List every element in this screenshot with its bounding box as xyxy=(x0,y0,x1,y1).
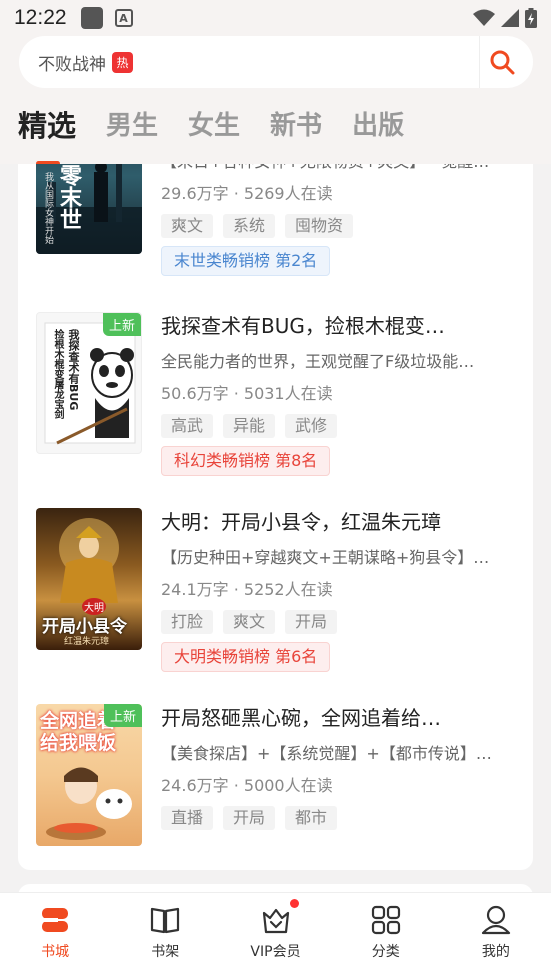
book-title[interactable]: 大明：开局小县令，红温朱元璋 xyxy=(161,508,516,536)
book-description: 【末日+各种女神+无限物资+爽文】一觉醒… xyxy=(161,164,516,174)
nav-label: VIP会员 xyxy=(250,944,301,960)
book-description: 全民能力者的世界，王观觉醒了F级垃圾能… xyxy=(161,352,475,371)
signal-icon xyxy=(501,9,519,27)
book-cover[interactable]: 全网追着给我喂饭 上新 xyxy=(36,704,142,846)
nav-label: 分类 xyxy=(371,944,400,960)
search-icon[interactable] xyxy=(489,49,515,75)
notification-icon xyxy=(80,7,103,29)
book-meta: 24.6万字 · 5000人在读 xyxy=(161,776,333,795)
tab-male[interactable]: 男生 xyxy=(106,104,158,148)
cover-subtitle: 红温朱元璋 xyxy=(64,637,110,647)
book-cover[interactable]: 我探查术有BUG 捡根木棍变屠龙宝剑 上新 xyxy=(36,312,142,454)
vip-crown-icon xyxy=(262,908,289,934)
nav-profile[interactable]: 我的 xyxy=(441,893,551,979)
tag[interactable]: 武修 xyxy=(285,414,338,438)
cover-subtitle: 我从国际女神开始 xyxy=(43,172,53,244)
notification-dot xyxy=(290,899,300,908)
tag[interactable]: 高武 xyxy=(161,414,214,438)
nav-bookshelf[interactable]: 书架 xyxy=(110,893,220,979)
book-title[interactable]: 开局怒砸黑心碗，全网追着给… xyxy=(161,704,516,732)
book-tags: 打脸 爽文 开局 xyxy=(161,610,516,634)
book-info: 我探查术有BUG，捡根木棍变… 全民能力者的世界，王观觉醒了F级垃圾能… 50.… xyxy=(161,312,516,476)
wifi-icon xyxy=(473,9,495,26)
book-description: 【美食探店】+【系统觉醒】+【都市传说】… xyxy=(161,744,492,763)
tag[interactable]: 直播 xyxy=(161,806,214,830)
tag[interactable]: 开局 xyxy=(223,806,276,830)
book-info: 大明：开局小县令，红温朱元璋 【历史种田+穿越爽文+王朝谋略+狗县令】… 24.… xyxy=(161,508,516,672)
new-badge: 上新 xyxy=(102,313,141,336)
book-meta: 50.6万字 · 5031人在读 xyxy=(161,384,333,403)
battery-icon xyxy=(525,8,537,28)
status-time: 12:22 xyxy=(14,6,67,29)
search-divider xyxy=(479,36,480,88)
new-badge: 上新 xyxy=(103,704,142,727)
profile-icon xyxy=(481,905,511,935)
hot-badge: 热 xyxy=(112,51,133,73)
bookshelf-icon xyxy=(151,907,180,934)
tag[interactable]: 开局 xyxy=(285,610,338,634)
book-title[interactable]: 我探查术有BUG，捡根木棍变… xyxy=(161,312,516,340)
cover-title: 零末世 xyxy=(56,164,81,230)
tag[interactable]: 囤物资 xyxy=(285,214,354,238)
category-tabs: 精选 男生 女生 新书 出版 xyxy=(18,104,434,166)
status-bar: 12:22 A xyxy=(0,0,551,36)
cover-title: 我探查术有BUG xyxy=(67,329,80,411)
book-meta: 29.6万字 · 5269人在读 xyxy=(161,184,333,203)
tab-female[interactable]: 女生 xyxy=(188,104,240,148)
tag[interactable]: 异能 xyxy=(223,414,276,438)
app-a-icon: A xyxy=(114,9,133,27)
book-tags: 直播 开局 都市 xyxy=(161,806,516,830)
tag[interactable]: 爽文 xyxy=(161,214,214,238)
tag[interactable]: 都市 xyxy=(285,806,338,830)
category-grid-icon xyxy=(371,905,400,935)
nav-label: 书架 xyxy=(151,944,180,960)
rank-badge[interactable]: 大明类畅销榜 第6名 xyxy=(161,642,331,672)
rank-badge[interactable]: 末世类畅销榜 第2名 xyxy=(161,246,331,276)
book-cover[interactable]: 大明 开局小县令 红温朱元璋 xyxy=(36,508,142,650)
tab-featured[interactable]: 精选 xyxy=(18,104,76,148)
cover-subtitle: 捡根木棍变屠龙宝剑 xyxy=(52,329,63,419)
nav-bookstore[interactable]: 书城 xyxy=(0,893,110,979)
nav-vip[interactable]: VIP会员 xyxy=(220,893,330,979)
tab-new-books[interactable]: 新书 xyxy=(270,104,322,148)
book-tags: 爽文 系统 囤物资 xyxy=(161,214,516,238)
book-description: 【历史种田+穿越爽文+王朝谋略+狗县令】… xyxy=(161,548,490,567)
nav-category[interactable]: 分类 xyxy=(331,893,441,979)
book-tags: 高武 异能 武修 xyxy=(161,414,516,438)
book-cover[interactable]: 零末世 我从国际女神开始 xyxy=(36,164,142,254)
book-list: 零末世 我从国际女神开始 【末日+各种女神+无限物资+爽文】一觉醒… 29.6万… xyxy=(18,164,533,870)
tag[interactable]: 打脸 xyxy=(161,610,214,634)
book-meta: 24.1万字 · 5252人在读 xyxy=(161,580,333,599)
nav-label: 我的 xyxy=(481,944,510,960)
book-info: 开局怒砸黑心碗，全网追着给… 【美食探店】+【系统觉醒】+【都市传说】… 24.… xyxy=(161,704,516,830)
bookstore-icon xyxy=(42,908,69,932)
tag[interactable]: 系统 xyxy=(223,214,276,238)
search-suggestion[interactable]: 不败战神 xyxy=(38,50,106,75)
nav-label: 书城 xyxy=(41,944,70,960)
search-bar[interactable]: 不败战神 热 xyxy=(19,36,533,88)
tag[interactable]: 爽文 xyxy=(223,610,276,634)
bottom-navigation: 书城 书架 VIP会员 分类 我的 xyxy=(0,892,551,979)
rank-badge[interactable]: 科幻类畅销榜 第8名 xyxy=(161,446,331,476)
tab-published[interactable]: 出版 xyxy=(352,104,404,148)
book-info: 【末日+各种女神+无限物资+爽文】一觉醒… 29.6万字 · 5269人在读 爽… xyxy=(161,164,516,276)
